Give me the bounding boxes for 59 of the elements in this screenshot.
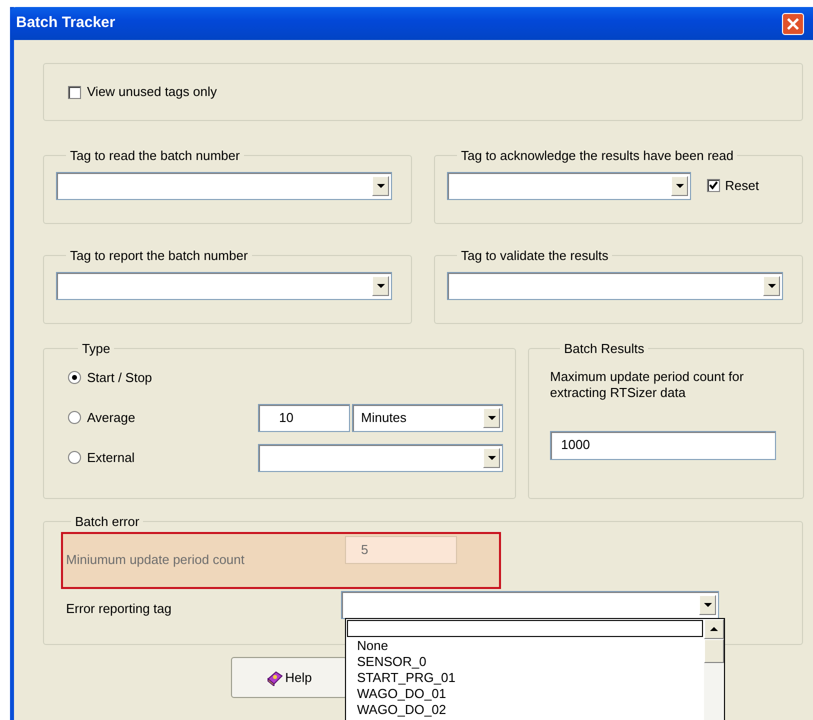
dropdown-button[interactable] [763, 276, 780, 296]
number-field: 5 [345, 536, 457, 564]
up-arrow-icon [710, 627, 718, 631]
book-icon [266, 670, 284, 686]
combo-box[interactable]: Minutes [352, 404, 503, 432]
close-button[interactable] [782, 12, 804, 34]
list-item[interactable]: SENSOR_0 [346, 654, 704, 670]
focused-list-item[interactable] [347, 620, 703, 637]
dropdown-arrow-icon [768, 284, 776, 288]
number-field[interactable]: 1000 [550, 430, 776, 460]
checkbox-label: View unused tags only [87, 83, 217, 102]
radio-label: Average [87, 408, 136, 427]
dropdown-arrow-icon [376, 184, 384, 188]
checkbox[interactable] [68, 86, 81, 98]
radio-label: Start / Stop [87, 368, 152, 387]
field-label: Error reporting tag [65, 600, 172, 618]
scrollbar[interactable] [704, 619, 724, 720]
dropdown-button[interactable] [372, 276, 389, 296]
scroll-thumb[interactable] [704, 639, 724, 663]
radio-button[interactable] [68, 371, 81, 384]
group-title: Batch Results [563, 340, 646, 358]
dropdown-button[interactable] [671, 176, 688, 196]
list-item[interactable]: None [346, 638, 704, 654]
combo-box[interactable] [56, 272, 392, 300]
group-title: Tag to validate the results [460, 247, 610, 265]
checkbox-label: Reset [725, 176, 759, 195]
combo-box[interactable] [56, 172, 392, 200]
dropdown-arrow-icon [376, 284, 384, 288]
description-text: Maximum update period count for extracting RTSizer data [550, 368, 745, 400]
combo-box[interactable] [447, 272, 783, 300]
combo-box[interactable] [258, 444, 503, 472]
group-title: Batch error [74, 513, 140, 531]
radio-button[interactable] [68, 411, 81, 424]
list-item[interactable]: WAGO_DO_02 [346, 702, 704, 718]
dropdown-arrow-icon [488, 416, 496, 420]
dropdown-arrow-icon [676, 184, 684, 188]
group-title: Type [81, 340, 112, 358]
radio-button[interactable] [68, 451, 81, 464]
window-title: Batch Tracker [16, 13, 116, 34]
group-title: Tag to read the batch number [69, 147, 241, 165]
dropdown-button[interactable] [483, 408, 500, 428]
dropdown-button[interactable] [372, 176, 389, 196]
group-title: Tag to acknowledge the results have been read [460, 147, 734, 165]
field-label: Miniumum update period count [66, 551, 244, 570]
checkbox[interactable] [707, 179, 720, 192]
list-item[interactable]: WAGO_DO_01 [346, 686, 704, 702]
number-field[interactable]: 10 [258, 404, 350, 432]
list-item[interactable]: START_PRG_01 [346, 670, 704, 686]
dropdown-arrow-icon [704, 602, 712, 606]
combo-box[interactable] [447, 172, 691, 200]
dropdown-arrow-icon [488, 456, 496, 460]
group-title: Tag to report the batch number [69, 247, 249, 265]
dropdown-button[interactable] [699, 594, 716, 614]
scroll-up-button[interactable] [704, 619, 724, 639]
close-icon [787, 18, 799, 30]
combo-box[interactable] [341, 590, 719, 618]
dropdown-button[interactable] [483, 448, 500, 468]
help-button[interactable]: Help [231, 657, 347, 698]
radio-label: External [87, 448, 135, 467]
